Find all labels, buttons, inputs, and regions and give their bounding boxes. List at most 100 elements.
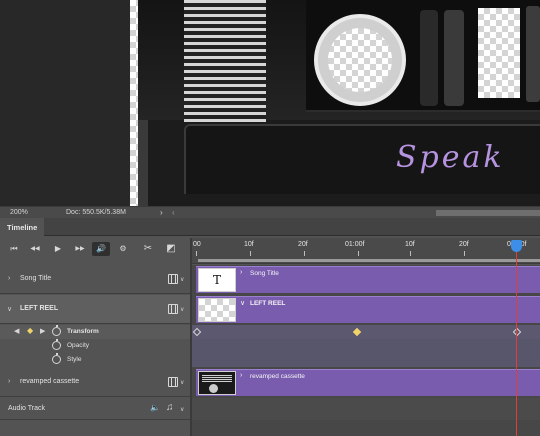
clip-thumbnail — [198, 298, 236, 322]
track-lane: › revamped cassette — [192, 368, 540, 397]
pasteboard — [0, 0, 130, 206]
track-lane: T › Song Title — [192, 265, 540, 294]
ruler-tick-label: 01:00f — [345, 241, 365, 248]
tape-window-bar — [420, 10, 438, 106]
clip-label: Song Title — [250, 270, 279, 277]
mute-audio-button[interactable]: 🔊 — [92, 242, 110, 256]
clip-label: revamped cassette — [250, 373, 305, 380]
ruler-tick — [464, 251, 465, 256]
ruler-tick-label: 10f — [244, 241, 254, 248]
property-row-transform[interactable]: ◀ ◆ ▶ Transform — [0, 325, 192, 339]
photoshop-window: Speak 200% Doc: 550.5K/5.38M › ‹ Timelin… — [0, 0, 540, 436]
status-menu-arrow[interactable]: › — [160, 208, 163, 217]
panel-divider[interactable] — [190, 238, 192, 436]
stopwatch-icon[interactable] — [52, 339, 61, 350]
ruler-tick — [196, 251, 197, 256]
keyframe-selected[interactable] — [352, 327, 362, 337]
keyframe[interactable] — [512, 327, 522, 337]
keyframe[interactable] — [192, 327, 202, 337]
split-at-playhead-scissors-icon[interactable]: ✂ — [141, 242, 155, 256]
film-strip-icon[interactable] — [168, 304, 178, 314]
keyframe-lane-opacity[interactable] — [192, 339, 540, 353]
film-strip-icon[interactable] — [168, 274, 178, 284]
property-row-opacity[interactable]: Opacity — [0, 339, 192, 353]
chevron-down-icon[interactable]: ∨ — [180, 306, 184, 313]
cassette-thumb-stripes — [202, 375, 232, 382]
expand-arrow-icon[interactable]: › — [8, 275, 10, 282]
layer-name: Song Title — [20, 275, 52, 282]
cassette-stripes — [184, 0, 266, 122]
layer-row-left-reel[interactable]: ∨ LEFT REEL ∨ — [0, 295, 192, 324]
chevron-down-icon[interactable]: ∨ — [180, 379, 184, 386]
clip-expand-icon[interactable]: › — [240, 269, 242, 276]
playhead-line[interactable] — [516, 250, 517, 436]
ruler-tick — [250, 251, 251, 256]
layer-row-revamped-cassette[interactable]: › revamped cassette ∨ — [0, 368, 192, 397]
ruler-tick — [304, 251, 305, 256]
horizontal-scrollbar[interactable] — [436, 210, 540, 216]
timeline-panel: Timeline ⏮ ◀◀ ▶ ▶▶ 🔊 ⚙ ✂ ◩ 00 10f 20f 01… — [0, 218, 540, 436]
ruler-tick — [358, 251, 359, 256]
keyframe-diamond-icon[interactable]: ◆ — [27, 326, 33, 335]
keyframe-lane-transform[interactable] — [192, 325, 540, 339]
text-layer-icon: T — [213, 273, 222, 287]
clip-left-reel[interactable]: ∨ LEFT REEL — [196, 296, 540, 323]
tape-window-edge — [526, 6, 540, 102]
chevron-down-icon[interactable]: ∨ — [180, 276, 184, 283]
clip-expand-icon[interactable]: › — [240, 372, 242, 379]
clip-revamped-cassette[interactable]: › revamped cassette — [196, 369, 540, 396]
speaker-icon[interactable]: 🔈 — [150, 403, 160, 412]
tape-window-bar — [444, 10, 464, 106]
settings-gear-icon[interactable]: ⚙ — [115, 242, 131, 256]
layer-name: LEFT REEL — [20, 305, 59, 312]
layer-row-song-title[interactable]: › Song Title ∨ — [0, 265, 192, 294]
scroll-left-arrow[interactable]: ‹ — [172, 208, 175, 217]
music-note-icon[interactable]: ♫ — [166, 402, 174, 413]
prev-keyframe-icon[interactable]: ◀ — [14, 327, 19, 335]
clip-label: LEFT REEL — [250, 300, 286, 307]
track-area[interactable]: T › Song Title ∨ LEFT REEL › revamped ca… — [192, 265, 540, 436]
stopwatch-icon[interactable] — [52, 325, 61, 336]
chevron-down-icon[interactable]: ∨ — [180, 406, 184, 413]
transition-icon[interactable]: ◩ — [164, 242, 178, 256]
ruler-tick-label: 20f — [459, 241, 469, 248]
clip-thumbnail: T — [198, 268, 236, 292]
expand-arrow-icon[interactable]: › — [8, 378, 10, 385]
previous-frame-button[interactable]: ◀◀ — [27, 242, 43, 256]
time-ruler[interactable]: 00 10f 20f 01:00f 10f 20f 02:00f — [192, 238, 540, 264]
collapse-arrow-icon[interactable]: ∨ — [7, 305, 12, 313]
first-frame-button[interactable]: ⏮ — [8, 242, 20, 256]
playhead-handle[interactable] — [511, 240, 522, 252]
playback-controls: ⏮ ◀◀ ▶ ▶▶ 🔊 ⚙ ✂ ◩ — [0, 238, 190, 260]
document-canvas[interactable]: Speak — [0, 0, 540, 206]
cassette-image: Speak — [138, 0, 540, 206]
work-area-bar[interactable] — [198, 259, 540, 262]
tape-window-transparent — [478, 8, 520, 98]
property-row-style[interactable]: Style — [0, 353, 192, 367]
panel-tab-bar: Timeline — [0, 218, 540, 236]
property-label: Transform — [67, 328, 99, 335]
clip-thumbnail — [198, 371, 236, 395]
tab-timeline[interactable]: Timeline — [0, 218, 44, 236]
zoom-level[interactable]: 200% — [10, 209, 28, 216]
ruler-tick-label: 20f — [298, 241, 308, 248]
property-label: Opacity — [67, 342, 90, 349]
stopwatch-icon[interactable] — [52, 353, 61, 364]
audio-lane[interactable] — [192, 398, 540, 420]
clip-song-title[interactable]: T › Song Title — [196, 266, 540, 293]
audio-track-row[interactable]: Audio Track 🔈 ♫ ∨ — [0, 398, 192, 420]
cassette-thumb-reel — [209, 384, 218, 393]
ruler-tick-label: 10f — [405, 241, 415, 248]
next-frame-button[interactable]: ▶▶ — [72, 242, 88, 256]
next-keyframe-icon[interactable]: ▶ — [40, 327, 45, 335]
layer-name: revamped cassette — [20, 378, 80, 385]
track-lane: ∨ LEFT REEL — [192, 295, 540, 324]
play-button[interactable]: ▶ — [52, 242, 64, 256]
clip-collapse-icon[interactable]: ∨ — [240, 299, 245, 307]
audio-track-label: Audio Track — [8, 405, 45, 412]
cassette-label-text: Speak — [396, 140, 505, 175]
doc-size-readout[interactable]: Doc: 550.5K/5.38M — [66, 209, 126, 216]
keyframe-lane-style[interactable] — [192, 353, 540, 367]
film-strip-icon[interactable] — [168, 377, 178, 387]
reel-transparent-hole — [328, 28, 392, 92]
